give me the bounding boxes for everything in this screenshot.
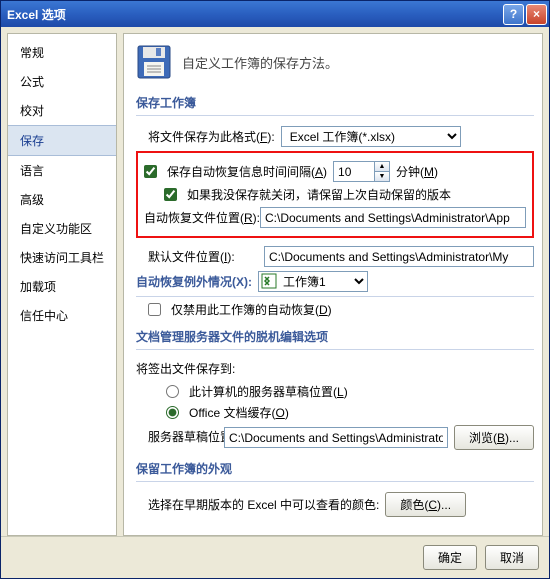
save-format-select[interactable]: Excel 工作簿(*.xlsx)	[281, 126, 461, 147]
sidebar-item-8[interactable]: 加载项	[8, 272, 116, 301]
section-offline: 文档管理服务器文件的脱机编辑选项	[136, 328, 534, 350]
sidebar-item-7[interactable]: 快速访问工具栏	[8, 243, 116, 272]
keep-last-label: 如果我没保存就关闭，请保留上次自动保留的版本	[187, 186, 451, 203]
sidebar-item-3[interactable]: 保存	[8, 125, 116, 156]
page-heading: 自定义工作簿的保存方法。	[182, 53, 338, 72]
dialog-window: Excel 选项 ? × 常规公式校对保存语言高级自定义功能区快速访问工具栏加载…	[0, 0, 550, 579]
autosave-interval-spinner[interactable]: ▲▼	[333, 161, 390, 182]
radio-office-cache[interactable]	[166, 406, 179, 419]
server-draft-loc-label: 服务器草稿位置(V):	[148, 430, 218, 446]
dialog-body: 常规公式校对保存语言高级自定义功能区快速访问工具栏加载项信任中心 自定义工作簿的…	[1, 27, 549, 536]
save-disk-icon	[136, 44, 172, 80]
checkout-label: 将签出文件保存到:	[136, 360, 534, 377]
spin-down-icon[interactable]: ▼	[374, 172, 389, 181]
sidebar-item-2[interactable]: 校对	[8, 96, 116, 125]
default-loc-input[interactable]	[264, 246, 534, 267]
sidebar-item-9[interactable]: 信任中心	[8, 301, 116, 330]
radio-server-label: 此计算机的服务器草稿位置(L)	[189, 383, 348, 400]
close-button[interactable]: ×	[526, 4, 547, 25]
sidebar-item-5[interactable]: 高级	[8, 185, 116, 214]
cancel-button[interactable]: 取消	[485, 545, 539, 570]
ok-button[interactable]: 确定	[423, 545, 477, 570]
keep-last-checkbox[interactable]	[164, 188, 177, 201]
content-panel: 自定义工作簿的保存方法。 保存工作簿 将文件保存为此格式(F): Excel 工…	[123, 33, 543, 536]
default-loc-label: 默认文件位置(I):	[148, 248, 258, 265]
browse-button[interactable]: 浏览(B)...	[454, 425, 534, 450]
spin-up-icon[interactable]: ▲	[374, 162, 389, 172]
window-title: Excel 选项	[7, 6, 501, 23]
disable-autorecover-checkbox[interactable]	[148, 303, 161, 316]
autosave-label: 保存自动恢复信息时间间隔(A)	[167, 163, 327, 180]
disable-autorecover-label: 仅禁用此工作簿的自动恢复(D)	[171, 301, 332, 318]
radio-server-drafts[interactable]	[166, 385, 179, 398]
autosave-checkbox[interactable]	[144, 165, 157, 178]
save-format-label: 将文件保存为此格式(F):	[148, 128, 275, 145]
colors-button[interactable]: 颜色(C)...	[385, 492, 466, 517]
section-appearance: 保留工作簿的外观	[136, 460, 534, 482]
dialog-footer: 确定 取消	[1, 536, 549, 578]
appearance-label: 选择在早期版本的 Excel 中可以查看的颜色:	[148, 496, 379, 513]
autosave-interval-input[interactable]	[334, 162, 374, 181]
help-button[interactable]: ?	[503, 4, 524, 25]
server-draft-loc-input[interactable]	[224, 427, 448, 448]
sidebar-item-0[interactable]: 常规	[8, 38, 116, 67]
autorecover-loc-label: 自动恢复文件位置(R):	[144, 209, 254, 226]
sidebar: 常规公式校对保存语言高级自定义功能区快速访问工具栏加载项信任中心	[7, 33, 117, 536]
excel-file-icon	[261, 273, 277, 289]
sidebar-item-1[interactable]: 公式	[8, 67, 116, 96]
sidebar-item-6[interactable]: 自定义功能区	[8, 214, 116, 243]
sidebar-item-4[interactable]: 语言	[8, 156, 116, 185]
section-autorecover-except: 自动恢复例外情况(X):	[136, 273, 252, 290]
minutes-label: 分钟(M)	[396, 163, 438, 180]
section-save-workbook: 保存工作簿	[136, 94, 534, 116]
autorecover-loc-input[interactable]	[260, 207, 526, 228]
titlebar: Excel 选项 ? ×	[1, 1, 549, 27]
highlighted-region: 保存自动恢复信息时间间隔(A) ▲▼ 分钟(M) 如果我没保存就关闭，请保留上次…	[136, 151, 534, 238]
radio-office-label: Office 文档缓存(O)	[189, 404, 289, 421]
